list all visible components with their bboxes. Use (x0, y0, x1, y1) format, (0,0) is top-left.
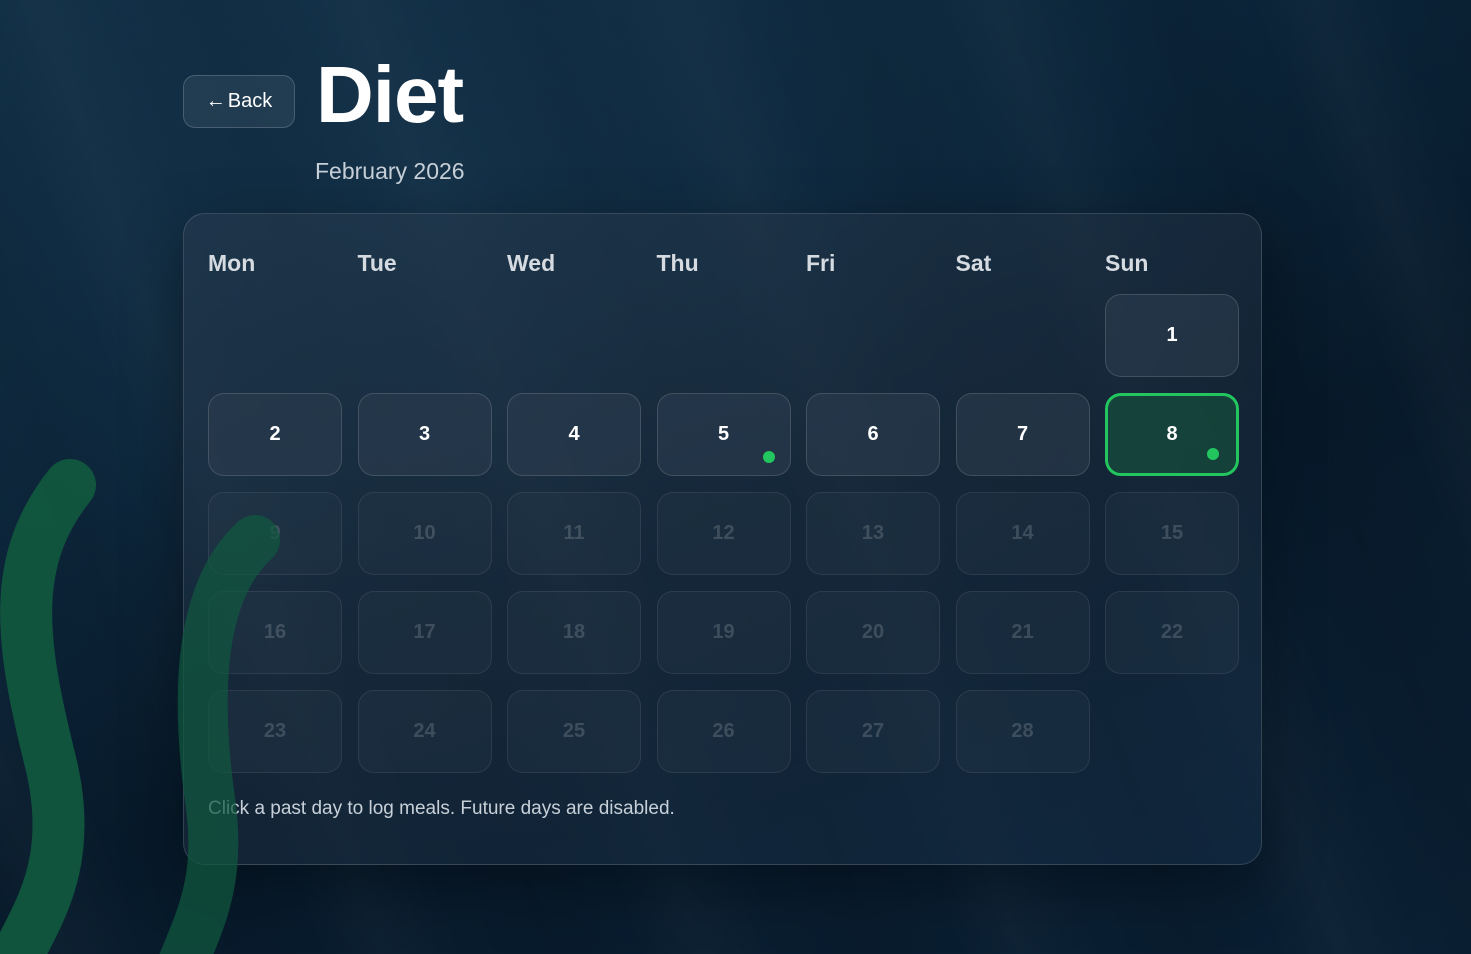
day-cell-21: 21 (955, 591, 1090, 674)
day-number: 9 (269, 522, 281, 544)
day-number: 24 (413, 720, 436, 742)
day-number: 23 (263, 720, 287, 742)
day-cell-27: 27 (806, 690, 940, 773)
calendar-day-grid: 1 2 3 4 5 6 7 8 9 10 11 12 13 14 15 16 17 18 19 20 21 22 23 24 2… (208, 294, 1239, 773)
day-number: 6 (867, 423, 879, 445)
day-number: 4 (568, 423, 580, 445)
day-cell-9: 9 (208, 492, 342, 575)
back-button-label: Back (227, 90, 273, 112)
calendar-card: Mon Tue Wed Thu Fri Sat Sun 1 2 3 4 5 6 7 8 9 10 11 12 13 1… (183, 213, 1262, 865)
day-number: 14 (1011, 522, 1034, 544)
day-number: 15 (1160, 522, 1184, 544)
weekday-sat: Sat (955, 250, 992, 276)
day-number: 3 (418, 423, 431, 445)
day-cell-25: 25 (507, 690, 641, 773)
day-number: 12 (712, 522, 735, 544)
day-number: 10 (413, 522, 436, 544)
weekday-tue: Tue (357, 250, 397, 276)
day-cell-7[interactable]: 7 (955, 393, 1090, 476)
weekday-mon: Mon (208, 250, 256, 276)
day-cell-12: 12 (656, 492, 791, 575)
month-label: February 2026 (315, 158, 465, 184)
day-number: 22 (1160, 621, 1184, 643)
logged-indicator-icon (762, 451, 775, 463)
day-cell-20: 20 (806, 591, 940, 674)
day-cell-26: 26 (656, 690, 791, 773)
logged-indicator-icon (1207, 448, 1219, 460)
day-number: 27 (861, 720, 885, 742)
back-button[interactable]: ← Back (183, 75, 295, 128)
day-cell-8[interactable]: 8 (1105, 393, 1239, 476)
arrow-left-icon: ← (205, 90, 226, 112)
day-number: 2 (269, 423, 281, 445)
day-number: 20 (861, 621, 885, 643)
weekday-header-row: Mon Tue Wed Thu Fri Sat Sun (208, 250, 1239, 277)
day-cell-2[interactable]: 2 (208, 393, 342, 476)
day-number: 1 (1166, 324, 1178, 346)
day-cell-13: 13 (806, 492, 940, 575)
day-cell-1[interactable]: 1 (1105, 294, 1239, 377)
day-cell-15: 15 (1105, 492, 1239, 575)
day-cell-17: 17 (357, 591, 492, 674)
day-number: 7 (1016, 423, 1029, 445)
weekday-fri: Fri (806, 250, 836, 276)
day-number: 5 (717, 423, 730, 445)
day-cell-6[interactable]: 6 (806, 393, 940, 476)
day-cell-11: 11 (507, 492, 641, 575)
day-cell-24: 24 (357, 690, 492, 773)
weekday-wed: Wed (507, 250, 556, 276)
day-cell-22: 22 (1105, 591, 1239, 674)
day-cell-23: 23 (208, 690, 342, 773)
day-cell-16: 16 (208, 591, 342, 674)
day-number: 28 (1011, 720, 1034, 742)
day-number: 11 (563, 522, 585, 544)
day-cell-14: 14 (955, 492, 1090, 575)
day-number: 19 (712, 621, 735, 643)
day-cell-3[interactable]: 3 (357, 393, 492, 476)
day-number: 13 (861, 522, 885, 544)
weekday-sun: Sun (1105, 250, 1149, 276)
day-cell-4[interactable]: 4 (507, 393, 641, 476)
weekday-thu: Thu (656, 250, 699, 276)
day-cell-5[interactable]: 5 (656, 393, 791, 476)
day-number: 18 (562, 621, 586, 643)
day-number: 8 (1166, 423, 1178, 445)
day-number: 21 (1011, 621, 1034, 643)
day-number: 17 (413, 621, 436, 643)
day-number: 25 (562, 720, 586, 742)
day-cell-10: 10 (357, 492, 492, 575)
day-cell-18: 18 (507, 591, 641, 674)
calendar-hint: Click a past day to log meals. Future da… (208, 798, 675, 819)
day-cell-19: 19 (656, 591, 791, 674)
day-number: 16 (263, 621, 287, 643)
day-cell-28: 28 (955, 690, 1090, 773)
day-number: 26 (712, 720, 735, 742)
page-title: Diet (316, 50, 464, 139)
